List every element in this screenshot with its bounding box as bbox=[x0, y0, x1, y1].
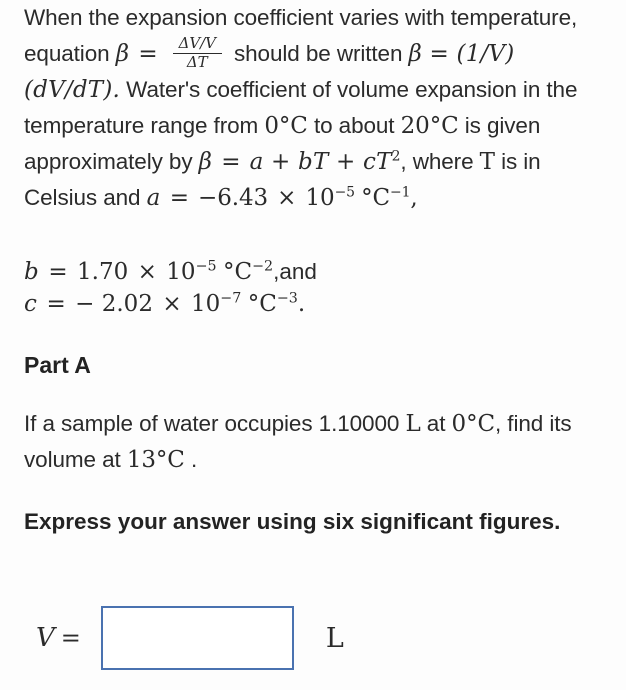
part-a-question: If a sample of water occupies 1.10000 L … bbox=[24, 406, 610, 478]
question-period: . bbox=[190, 447, 198, 472]
constant-c-base: 10 bbox=[191, 291, 221, 317]
degree-celsius-icon-initial: °C bbox=[466, 411, 495, 437]
degree-celsius-icon-2: °C bbox=[429, 113, 459, 140]
constant-c-unit-exponent: −3 bbox=[276, 290, 298, 307]
constant-a-unit: °C bbox=[361, 185, 390, 212]
temperature-high-value: 20 bbox=[400, 113, 430, 140]
part-a-heading: Part A bbox=[24, 352, 91, 378]
question-mid: at bbox=[426, 411, 446, 436]
beta-polynomial-rhs: a + bT + cT bbox=[249, 149, 392, 176]
constant-a-symbol: a bbox=[146, 185, 161, 212]
constant-a-unit-exponent: −1 bbox=[390, 184, 411, 201]
constant-a-equals: = bbox=[169, 185, 189, 212]
constant-b-equals: = bbox=[48, 259, 68, 285]
constant-b-line: b = 1.70 × 10−5 °C−2,and bbox=[24, 258, 317, 285]
degree-celsius-icon-1: °C bbox=[278, 113, 308, 140]
constant-a-mantissa: −6.43 bbox=[198, 185, 269, 212]
constant-c-line: c = − 2.02 × 10−7 °C−3. bbox=[24, 290, 305, 317]
answer-instruction: Express your answer using six significan… bbox=[24, 509, 561, 534]
constant-c-exponent: −7 bbox=[220, 290, 242, 307]
variable-T: T bbox=[479, 149, 495, 176]
temperature-low-value: 0 bbox=[264, 113, 279, 140]
beta-polynomial-lhs: β bbox=[198, 149, 213, 176]
answer-entry-row: V = L bbox=[36, 600, 344, 676]
answer-variable-label: V bbox=[36, 623, 55, 653]
constant-b-symbol: b bbox=[24, 259, 39, 285]
constant-b-base: 10 bbox=[166, 259, 196, 285]
constant-b-times-icon: × bbox=[137, 259, 157, 285]
constant-a-times-icon: × bbox=[277, 185, 297, 212]
initial-volume-value: 1.10000 bbox=[318, 411, 400, 436]
constant-b-trailing: ,and bbox=[273, 259, 317, 284]
constant-c-mantissa: − 2.02 bbox=[75, 291, 153, 317]
constant-c-equals: = bbox=[46, 291, 66, 317]
answer-input[interactable] bbox=[100, 606, 294, 670]
answer-equals-sign: = bbox=[60, 624, 81, 652]
problem-statement: When the expansion coefficient varies wi… bbox=[24, 0, 610, 216]
fraction-denominator: ΔT bbox=[172, 52, 222, 71]
constant-b-unit: °C bbox=[222, 259, 253, 285]
constant-a-exponent: −5 bbox=[334, 184, 355, 201]
constant-a-base: 10 bbox=[305, 185, 335, 212]
initial-volume-unit: L bbox=[405, 411, 421, 437]
intro-sentence-4: to about bbox=[313, 113, 395, 139]
equals-sign-2: = bbox=[221, 149, 241, 176]
constant-c-trailing: . bbox=[297, 291, 306, 317]
constant-c-unit: °C bbox=[247, 291, 277, 317]
constant-c-times-icon: × bbox=[162, 291, 182, 317]
question-prefix: If a sample of water occupies bbox=[24, 411, 313, 436]
constant-b-mantissa: 1.70 bbox=[77, 259, 129, 285]
constant-b-exponent: −5 bbox=[195, 258, 217, 275]
problem-page: When the expansion coefficient varies wi… bbox=[0, 0, 626, 690]
answer-unit-label: L bbox=[325, 622, 344, 654]
final-temperature-value: 13 bbox=[126, 447, 156, 473]
fraction-numerator: ΔV/V bbox=[178, 33, 216, 52]
constant-c-symbol: c bbox=[24, 291, 38, 317]
beta-symbol-1: β bbox=[115, 41, 130, 67]
equals-sign-1: = bbox=[138, 41, 158, 67]
initial-temperature-value: 0 bbox=[451, 411, 467, 437]
degree-celsius-icon-final: °C bbox=[155, 447, 185, 473]
constant-a-trailing: , bbox=[410, 185, 418, 212]
intro-sentence-2: should be written bbox=[233, 41, 403, 66]
constant-b-unit-exponent: −2 bbox=[252, 258, 274, 275]
delta-v-over-delta-t-fraction: ΔV/V ΔT bbox=[172, 33, 222, 71]
intro-sentence-6: , where bbox=[400, 149, 474, 175]
